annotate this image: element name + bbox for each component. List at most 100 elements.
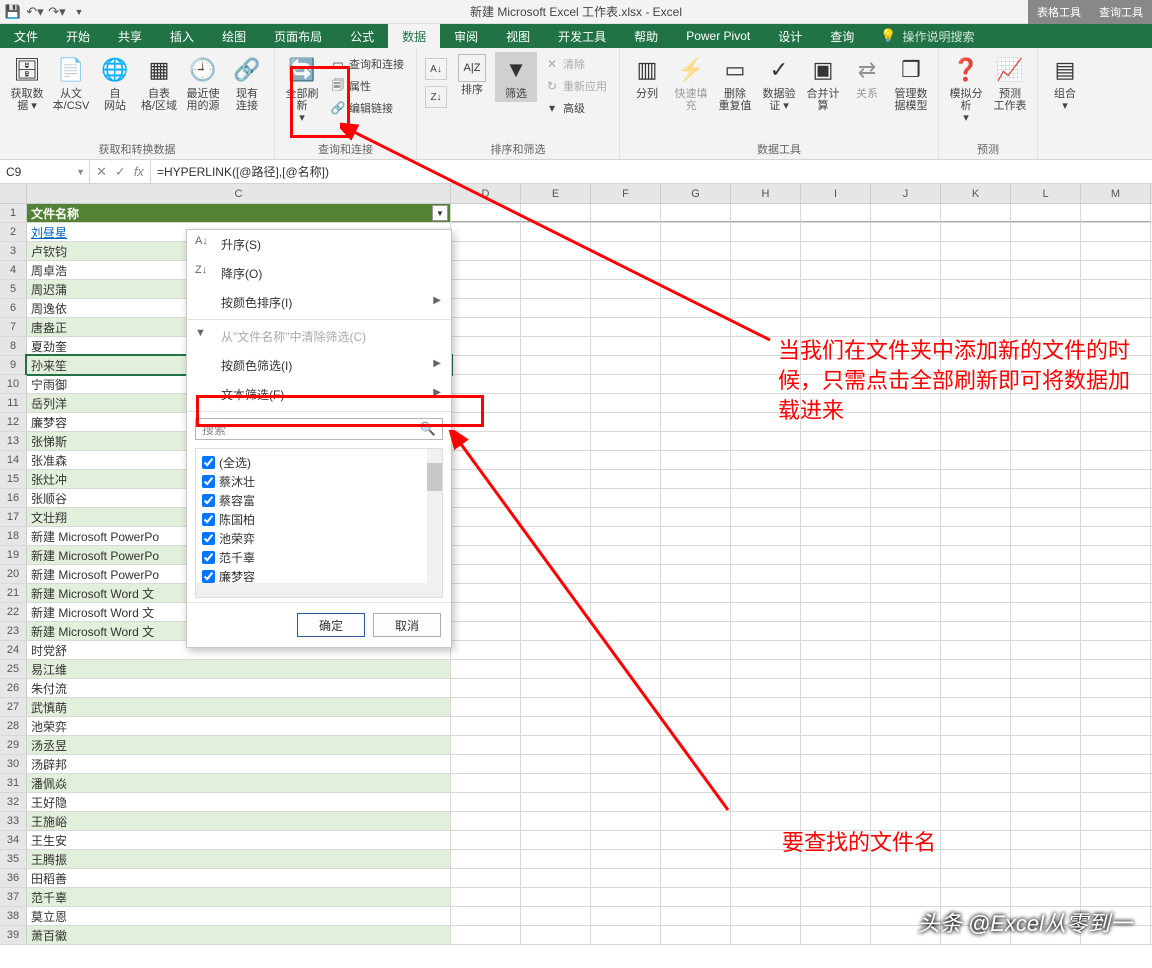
cell[interactable] (521, 204, 591, 222)
row-header[interactable]: 31 (0, 774, 27, 792)
cell[interactable] (1011, 394, 1081, 412)
cell[interactable] (1011, 204, 1081, 222)
cell[interactable] (591, 432, 661, 450)
table-row[interactable]: 24时党舒 (0, 641, 1152, 660)
filter-checklist[interactable]: (全选)蔡沐壮蔡容富陈国柏池荣弈范千辜廉梦容刘层里 (195, 448, 443, 598)
cell[interactable] (731, 755, 801, 773)
cell[interactable] (941, 641, 1011, 659)
table-row[interactable]: 36田稻善 (0, 869, 1152, 888)
cell[interactable] (871, 717, 941, 735)
cell[interactable] (941, 470, 1011, 488)
filter-search-input[interactable]: 搜索 🔍 (195, 418, 443, 440)
cell[interactable] (731, 622, 801, 640)
cell[interactable] (661, 432, 731, 450)
cell[interactable] (591, 869, 661, 887)
cell[interactable] (731, 394, 801, 412)
ribbon-button[interactable]: ▭删除 重复值 (714, 52, 756, 114)
cell[interactable] (1011, 869, 1081, 887)
cell[interactable] (521, 356, 591, 374)
cell[interactable] (801, 812, 871, 830)
cell[interactable] (871, 736, 941, 754)
cell[interactable] (661, 679, 731, 697)
cell[interactable] (801, 204, 871, 222)
cell[interactable] (661, 451, 731, 469)
cell[interactable] (451, 299, 521, 317)
cell[interactable] (521, 812, 591, 830)
cell[interactable] (731, 223, 801, 241)
cell[interactable] (521, 888, 591, 906)
cell[interactable] (941, 375, 1011, 393)
ribbon-button[interactable]: ▥分列 (626, 52, 668, 102)
table-row[interactable]: 3卢钦钧 (0, 242, 1152, 261)
cell[interactable] (1011, 470, 1081, 488)
cell[interactable] (871, 489, 941, 507)
cell[interactable] (801, 261, 871, 279)
cell[interactable] (731, 812, 801, 830)
cell[interactable] (871, 869, 941, 887)
cell[interactable] (661, 527, 731, 545)
row-header[interactable]: 12 (0, 413, 27, 431)
cell[interactable] (451, 280, 521, 298)
cell[interactable] (1081, 736, 1151, 754)
queries-connections-button[interactable]: ▭查询和连接 (327, 54, 408, 74)
cell[interactable] (731, 793, 801, 811)
cell[interactable] (801, 774, 871, 792)
row-header[interactable]: 20 (0, 565, 27, 583)
table-row[interactable]: 20新建 Microsoft PowerPo (0, 565, 1152, 584)
cell[interactable] (871, 584, 941, 602)
cell[interactable] (1011, 622, 1081, 640)
cell[interactable] (451, 337, 521, 355)
cell[interactable] (941, 432, 1011, 450)
table-row[interactable]: 35王腾振 (0, 850, 1152, 869)
row-header[interactable]: 17 (0, 508, 27, 526)
row-header[interactable]: 37 (0, 888, 27, 906)
cell[interactable]: 王好隐 (27, 793, 451, 811)
cell[interactable] (941, 489, 1011, 507)
cell[interactable] (1011, 660, 1081, 678)
cell[interactable] (941, 280, 1011, 298)
cell[interactable] (661, 204, 731, 222)
advanced-filter-button[interactable]: ▾高级 (541, 98, 611, 118)
refresh-all-button[interactable]: 🔄 全部刷新 ▾ (281, 52, 323, 126)
cell[interactable] (591, 831, 661, 849)
cell[interactable] (591, 641, 661, 659)
cell[interactable] (521, 660, 591, 678)
cell[interactable] (591, 299, 661, 317)
table-row[interactable]: 9孙来笙 (0, 356, 1152, 375)
cell[interactable] (1011, 337, 1081, 355)
cell[interactable] (521, 261, 591, 279)
cell[interactable] (661, 375, 731, 393)
cell[interactable] (801, 736, 871, 754)
cell[interactable] (591, 888, 661, 906)
tab-powerpivot[interactable]: Power Pivot (672, 24, 764, 48)
cell[interactable] (1011, 299, 1081, 317)
cell[interactable] (1011, 546, 1081, 564)
cell[interactable] (451, 356, 521, 374)
cell[interactable] (941, 622, 1011, 640)
cell[interactable] (451, 869, 521, 887)
cell[interactable] (941, 603, 1011, 621)
table-row[interactable]: 4周卓浩 (0, 261, 1152, 280)
ribbon-button[interactable]: 🕘最近使 用的源 (182, 52, 224, 114)
table-row[interactable]: 5周迟蒲 (0, 280, 1152, 299)
table-row[interactable]: 26朱付流 (0, 679, 1152, 698)
cell[interactable] (521, 717, 591, 735)
row-header[interactable]: 24 (0, 641, 27, 659)
checkbox[interactable] (202, 475, 215, 488)
cell[interactable] (1011, 318, 1081, 336)
cell[interactable] (731, 546, 801, 564)
cell[interactable] (661, 584, 731, 602)
cell[interactable] (941, 736, 1011, 754)
column-header[interactable]: C (27, 184, 451, 203)
ribbon-button[interactable]: 🔗现有 连接 (226, 52, 268, 114)
checkbox[interactable] (202, 513, 215, 526)
column-header[interactable]: I (801, 184, 871, 203)
row-header[interactable]: 39 (0, 926, 27, 944)
cell[interactable] (451, 603, 521, 621)
table-row[interactable]: 18新建 Microsoft PowerPo (0, 527, 1152, 546)
filter-by-color-item[interactable]: 按颜色筛选(I)▶ (187, 351, 451, 380)
cell[interactable] (1011, 755, 1081, 773)
cell[interactable] (731, 299, 801, 317)
cell[interactable]: 范千辜 (27, 888, 451, 906)
cell[interactable] (661, 242, 731, 260)
